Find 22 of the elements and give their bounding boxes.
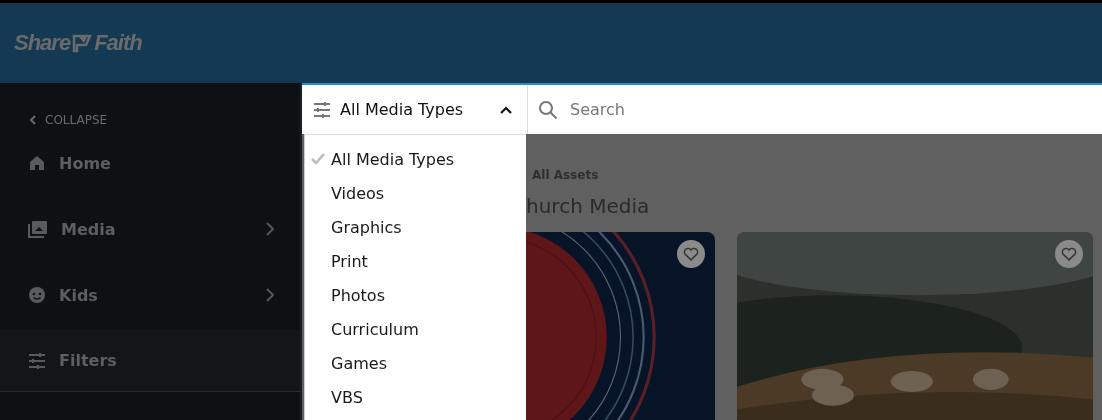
face-icon — [28, 286, 46, 304]
menu-option[interactable]: Photos — [305, 278, 526, 312]
search-icon — [538, 99, 558, 120]
menu-option[interactable]: All Media Types — [305, 142, 526, 176]
menu-option[interactable]: Print — [305, 244, 526, 278]
logo-text: Share — [14, 30, 71, 56]
home-icon — [28, 154, 46, 172]
heart-icon — [683, 247, 699, 261]
menu-option[interactable]: Videos — [305, 176, 526, 210]
chevron-up-icon — [499, 104, 513, 115]
menu-option[interactable]: VBS — [305, 380, 526, 414]
heart-icon — [1061, 247, 1077, 261]
menu-option[interactable]: Games — [305, 346, 526, 380]
photo-stack-icon — [28, 220, 48, 238]
logo-text: Faith — [94, 30, 142, 56]
menu-option[interactable]: Curriculum — [305, 312, 526, 346]
sliders-icon — [28, 351, 46, 370]
flag-icon — [71, 32, 94, 54]
collapse-button[interactable]: COLLAPSE — [0, 112, 108, 128]
sliders-icon — [312, 100, 332, 119]
chevron-left-icon — [29, 115, 37, 125]
menu-option[interactable]: Graphics — [305, 210, 526, 244]
